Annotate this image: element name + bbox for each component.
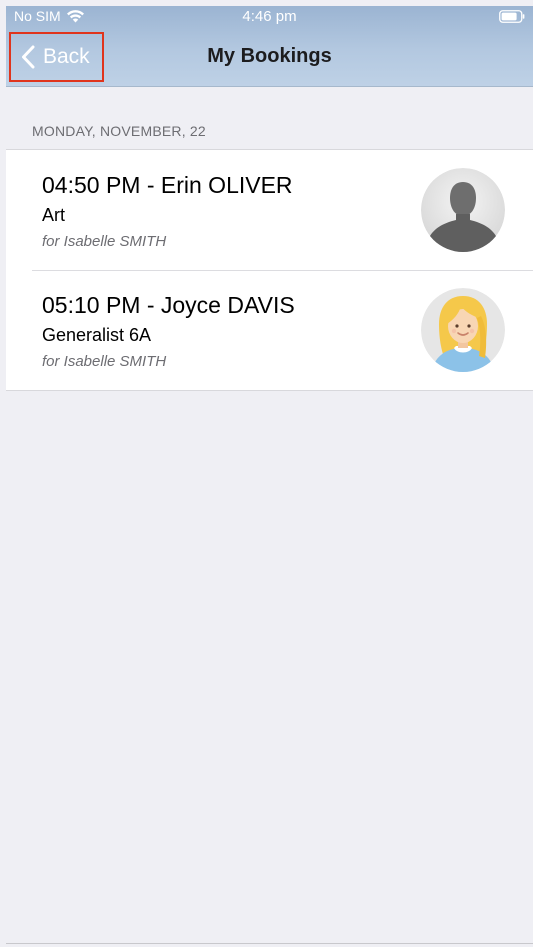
status-bar: No SIM 4:46 pm — [6, 6, 533, 28]
default-person-avatar — [421, 168, 505, 252]
woman-avatar-icon — [421, 288, 505, 372]
bottom-divider — [6, 943, 533, 944]
blonde-woman-avatar — [421, 288, 505, 372]
bookings-screen: No SIM 4:46 pm Back My Bookings MONDAY, … — [0, 0, 533, 947]
status-time: 4:46 pm — [242, 8, 297, 25]
booking-row[interactable]: 05:10 PM - Joyce DAVIS Generalist 6A for… — [6, 270, 533, 390]
booking-student: for Isabelle SMITH — [42, 233, 167, 250]
booking-row[interactable]: 04:50 PM - Erin OLIVER Art for Isabelle … — [6, 150, 533, 270]
date-section-header: MONDAY, NOVEMBER, 22 — [32, 123, 206, 139]
booking-time-teacher: 05:10 PM - Joyce DAVIS — [42, 292, 295, 318]
booking-subject: Generalist 6A — [42, 325, 152, 345]
booking-subject: Art — [42, 205, 66, 225]
navigation-bar: Back My Bookings — [6, 28, 533, 86]
page-title: My Bookings — [207, 45, 332, 67]
bookings-list: 04:50 PM - Erin OLIVER Art for Isabelle … — [6, 149, 533, 391]
battery-icon — [499, 10, 525, 23]
person-silhouette-icon — [421, 168, 505, 252]
booking-student: for Isabelle SMITH — [42, 353, 167, 370]
top-bar: No SIM 4:46 pm Back My Bookings — [6, 6, 533, 87]
booking-time-teacher: 04:50 PM - Erin OLIVER — [42, 172, 293, 198]
